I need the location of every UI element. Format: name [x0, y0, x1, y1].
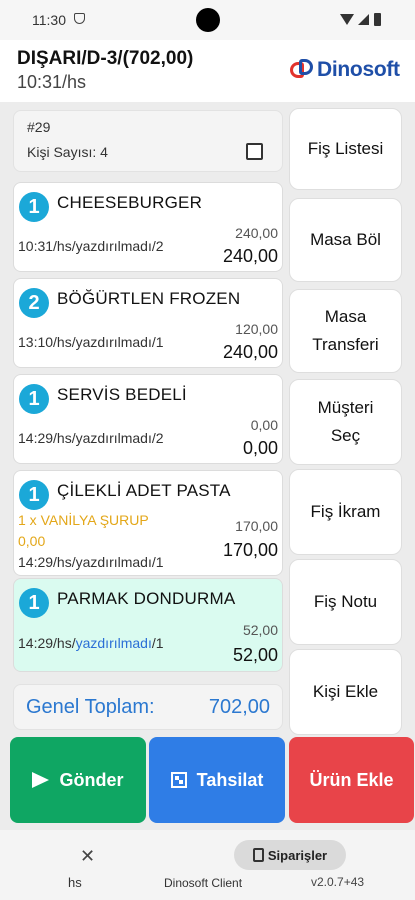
ticket-card[interactable]: #29 Kişi Sayısı: 4 — [13, 110, 283, 172]
receipt-list-button[interactable]: Fiş Listesi — [289, 108, 402, 190]
list-item[interactable]: 1 SERVİS BEDELİ 14:29/hs/yazdırılmadı/2 … — [13, 374, 283, 464]
logo-text: Dinosoft — [317, 58, 400, 81]
unit-price: 52,00 — [242, 622, 278, 638]
quantity-badge: 1 — [19, 384, 49, 414]
table-subtitle: 10:31/hs — [17, 72, 87, 92]
dinosoft-logo: Dinosoft — [290, 58, 400, 82]
unit-price: 0,00 — [250, 417, 278, 433]
order-list[interactable]: #29 Kişi Sayısı: 4 1 CHEESEBURGER 10:31/… — [0, 102, 288, 736]
nav-hs-label[interactable]: hs — [68, 875, 82, 890]
bottom-navigation: ✕ hs Siparişler Dinosoft Client v2.0.7+4… — [0, 830, 415, 900]
battery-icon — [374, 13, 381, 26]
wifi-icon — [340, 14, 354, 25]
item-total: 240,00 — [222, 246, 278, 266]
version-label: v2.0.7+43 — [311, 875, 365, 889]
grand-total: Genel Toplam: 702,00 — [13, 684, 283, 730]
table-title: DIŞARI/D-3/(702,00) — [17, 48, 194, 69]
extra-name: 1 x VANİLYA ŞURUP — [18, 512, 149, 528]
ticket-checkbox[interactable] — [246, 143, 263, 160]
unit-price: 170,00 — [235, 518, 278, 534]
list-item[interactable]: 2 BÖĞÜRTLEN FROZEN 13:10/hs/yazdırılmadı… — [13, 278, 283, 368]
dinosoft-logo-icon — [290, 59, 314, 81]
status-time: 11:30 — [32, 12, 66, 28]
app-header: DIŞARI/D-3/(702,00) 10:31/hs Dinosoft — [0, 40, 415, 102]
item-meta: 14:29/hs/yazdırılmadı/1 — [18, 554, 164, 570]
item-name: ÇİLEKLİ ADET PASTA — [57, 481, 231, 500]
unit-price: 120,00 — [235, 321, 278, 337]
unit-price: 240,00 — [235, 225, 278, 241]
receipt-note-button[interactable]: Fiş Notu — [289, 559, 402, 645]
item-total: 240,00 — [222, 342, 278, 362]
quantity-badge: 1 — [19, 192, 49, 222]
send-button[interactable]: Gönder — [10, 737, 146, 823]
item-name: BÖĞÜRTLEN FROZEN — [57, 289, 241, 308]
print-status: yazdırılmadı — [75, 554, 152, 570]
table-transfer-button[interactable]: Masa Transferi — [289, 289, 402, 373]
list-item-selected[interactable]: 1 PARMAK DONDURMA 14:29/hs/yazdırılmadı/… — [13, 578, 283, 672]
list-item[interactable]: 1 ÇİLEKLİ ADET PASTA 1 x VANİLYA ŞURUP 0… — [13, 470, 283, 576]
item-meta: 14:29/hs/yazdırılmadı/1 — [18, 635, 164, 651]
nav-orders-tab[interactable]: Siparişler — [234, 840, 346, 870]
item-meta: 13:10/hs/yazdırılmadı/1 — [18, 334, 164, 350]
status-bar: 11:30 — [0, 0, 415, 40]
item-name: PARMAK DONDURMA — [57, 589, 236, 608]
split-table-button[interactable]: Masa Böl — [289, 198, 402, 282]
item-total: 0,00 — [242, 438, 278, 458]
print-status: yazdırılmadı — [75, 430, 152, 446]
add-person-button[interactable]: Kişi Ekle — [289, 649, 402, 735]
ticket-number: #29 — [27, 119, 51, 135]
item-meta: 14:29/hs/yazdırılmadı/2 — [18, 430, 164, 446]
send-icon — [32, 772, 50, 788]
quantity-badge: 2 — [19, 288, 49, 318]
quantity-badge: 1 — [19, 588, 49, 618]
print-status: yazdırılmadı — [75, 238, 152, 254]
add-product-label: Ürün Ekle — [309, 769, 394, 790]
grand-total-label: Genel Toplam: — [26, 696, 155, 718]
nav-orders-label: Siparişler — [267, 847, 328, 863]
quantity-badge: 1 — [19, 480, 49, 510]
item-meta: 10:31/hs/yazdırılmadı/2 — [18, 238, 164, 254]
receipt-icon — [252, 848, 264, 862]
send-label: Gönder — [59, 769, 124, 790]
camera-cutout — [196, 8, 220, 32]
client-label: Dinosoft Client — [164, 876, 243, 890]
payment-label: Tahsilat — [196, 769, 264, 790]
item-name: SERVİS BEDELİ — [57, 385, 187, 404]
item-name: CHEESEBURGER — [57, 193, 203, 212]
print-status: yazdırılmadı — [75, 334, 152, 350]
vpn-icon — [74, 13, 85, 24]
item-total: 52,00 — [232, 645, 278, 665]
item-total: 170,00 — [222, 540, 278, 560]
add-product-button[interactable]: Ürün Ekle — [289, 737, 414, 823]
signal-icon — [358, 14, 369, 25]
grand-total-value: 702,00 — [208, 696, 270, 718]
list-item[interactable]: 1 CHEESEBURGER 10:31/hs/yazdırılmadı/2 2… — [13, 182, 283, 272]
print-status: yazdırılmadı — [75, 635, 152, 651]
fork-knife-icon[interactable]: ✕ — [80, 846, 95, 867]
select-customer-button[interactable]: Müşteri Seç — [289, 379, 402, 465]
qr-code-icon — [170, 772, 187, 788]
payment-button[interactable]: Tahsilat — [149, 737, 285, 823]
person-count: Kişi Sayısı: 4 — [27, 144, 108, 160]
receipt-treat-button[interactable]: Fiş İkram — [289, 469, 402, 555]
extra-price: 0,00 — [18, 533, 46, 549]
